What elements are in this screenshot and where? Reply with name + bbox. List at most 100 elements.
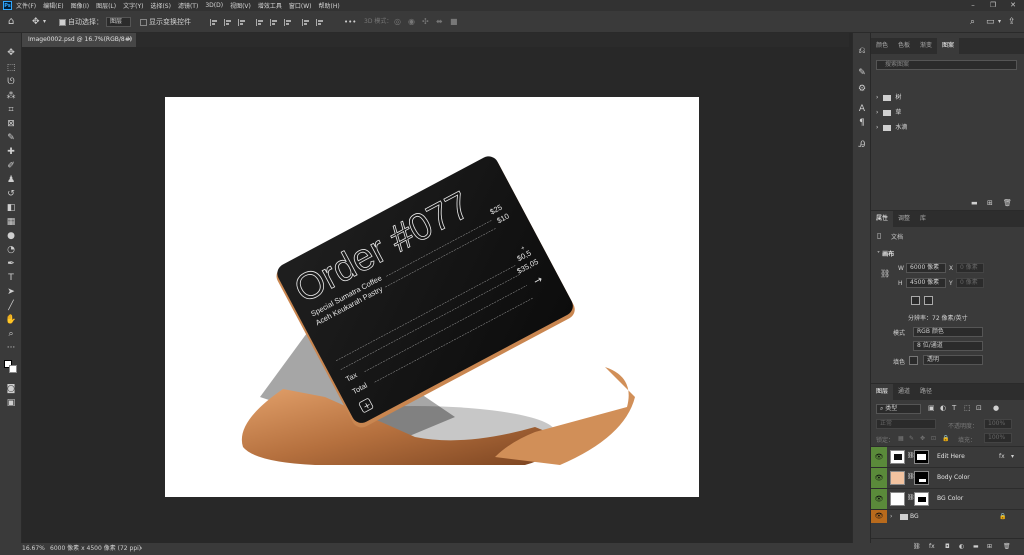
brush-tool-icon[interactable]: ✐ (5, 160, 17, 171)
tab-color[interactable]: 颜色 (871, 38, 893, 54)
visibility-eye-icon[interactable]: 👁 (871, 447, 887, 467)
type-tool-icon[interactable]: T (5, 272, 17, 283)
document-canvas[interactable]: Order #077 Special Sumatra Coffee $25 Ac… (165, 97, 699, 497)
canvas-section-toggle[interactable]: ˅ 画布 (877, 249, 894, 258)
stamp-tool-icon[interactable]: ♟ (5, 174, 17, 185)
move-tool-icon[interactable]: ✥ (5, 47, 17, 58)
background-color-swatch[interactable] (9, 365, 17, 373)
more-options-button[interactable]: ••• (344, 16, 356, 28)
restore-button[interactable]: ❐ (986, 0, 1000, 11)
align-bottom-icon[interactable] (284, 19, 292, 26)
tab-channels[interactable]: 通道 (893, 384, 915, 400)
history-brush-icon[interactable]: ↺ (5, 188, 17, 199)
bit-depth-dropdown[interactable]: 8 位/通道 (913, 341, 983, 351)
fill-dropdown[interactable]: 透明 (923, 355, 983, 365)
lock-pixels-icon[interactable]: ✎ (909, 435, 914, 442)
screen-mode-icon[interactable]: ▣ (5, 397, 17, 408)
pattern-folder-grass[interactable]: › 草 (876, 107, 901, 119)
add-mask-icon[interactable]: ◘ (945, 543, 950, 550)
filter-adjust-icon[interactable]: ◐ (940, 404, 946, 412)
3d-slide-icon[interactable]: ⬌ (436, 16, 443, 28)
portrait-orientation-icon[interactable] (911, 296, 920, 305)
new-layer-icon[interactable]: ⊞ (987, 543, 992, 550)
visibility-eye-icon[interactable]: 👁 (871, 489, 887, 509)
layer-row[interactable]: 👁 ⛓ BG Color (871, 488, 1024, 509)
distribute-center-icon[interactable] (316, 19, 324, 26)
tab-patterns[interactable]: 图案 (937, 38, 960, 54)
new-group-icon[interactable]: ▬ (971, 199, 978, 207)
visibility-eye-icon[interactable]: 👁 (871, 468, 887, 488)
gradient-tool-icon[interactable]: ▦ (5, 216, 17, 227)
menu-edit[interactable]: 编辑(E) (43, 1, 63, 10)
menu-window[interactable]: 窗口(W) (289, 1, 312, 10)
filter-type-icon[interactable]: T (952, 404, 956, 412)
align-left-icon[interactable] (210, 19, 218, 26)
menu-image[interactable]: 图像(I) (71, 1, 89, 10)
width-field[interactable]: 6000 像素 (906, 263, 946, 273)
document-tab[interactable]: Image0002.psd @ 16.7%(RGB/8#) × (22, 33, 136, 47)
link-dimensions-icon[interactable]: ⛓ (880, 269, 890, 278)
align-middle-v-icon[interactable] (270, 19, 278, 26)
filter-toggle-icon[interactable]: ● (993, 404, 999, 412)
lock-transparent-icon[interactable]: ▦ (898, 435, 904, 442)
tab-layers[interactable]: 图层 (871, 384, 894, 400)
lock-artboard-icon[interactable]: ⊡ (931, 435, 936, 442)
healing-tool-icon[interactable]: ✚ (5, 146, 17, 157)
paragraph-panel-icon[interactable]: ¶ (856, 117, 868, 129)
menu-type[interactable]: 文字(Y) (123, 1, 143, 10)
eyedropper-tool-icon[interactable]: ✎ (5, 132, 17, 143)
fill-opacity-field[interactable]: 100% (984, 433, 1012, 443)
menu-help[interactable]: 帮助(H) (319, 1, 340, 10)
eraser-tool-icon[interactable]: ◧ (5, 202, 17, 213)
layer-row[interactable]: 👁 ⛓ Body Color (871, 467, 1024, 488)
pattern-folder-water[interactable]: › 水滴 (876, 122, 907, 134)
zoom-level[interactable]: 16.67% (22, 543, 45, 555)
align-right-icon[interactable] (238, 19, 246, 26)
menu-file[interactable]: 文件(F) (16, 1, 36, 10)
tool-preset-chevron-icon[interactable]: ▾ (43, 16, 46, 28)
distribute-left-icon[interactable] (302, 19, 310, 26)
new-group-icon[interactable]: ▬ (973, 543, 979, 550)
3d-camera-icon[interactable]: ■ (450, 16, 458, 28)
magic-wand-tool-icon[interactable]: ⁂ (5, 90, 17, 101)
3d-orbit-icon[interactable]: ◎ (394, 16, 401, 28)
link-layers-icon[interactable]: ⛓ (913, 543, 921, 550)
align-center-h-icon[interactable] (224, 19, 232, 26)
frame-tool-icon[interactable]: ⊠ (5, 118, 17, 129)
menu-select[interactable]: 选择(S) (150, 1, 171, 10)
tab-gradients[interactable]: 渐变 (915, 38, 937, 54)
delete-pattern-icon[interactable]: 🗑 (1003, 199, 1012, 207)
filter-shape-icon[interactable]: ⬚ (964, 404, 971, 412)
crop-tool-icon[interactable]: ⌗ (5, 104, 17, 115)
height-field[interactable]: 4500 像素 (906, 278, 946, 288)
marquee-tool-icon[interactable]: ⬚ (5, 62, 17, 73)
lock-all-icon[interactable]: 🔒 (942, 435, 949, 442)
new-adjustment-icon[interactable]: ◐ (959, 543, 964, 550)
minimize-button[interactable]: – (966, 0, 980, 11)
edit-toolbar-icon[interactable]: ··· (5, 342, 17, 353)
blend-mode-dropdown[interactable]: 正常 (876, 419, 936, 429)
auto-select-checkbox[interactable]: 自动选择： (59, 16, 103, 28)
workspace-icon[interactable]: ▭ (986, 16, 995, 28)
group-chevron-icon[interactable]: › (890, 513, 892, 520)
line-tool-icon[interactable]: ╱ (5, 300, 17, 311)
tab-paths[interactable]: 路径 (915, 384, 937, 400)
lock-position-icon[interactable]: ✥ (920, 435, 925, 442)
quick-mask-icon[interactable]: ◙ (5, 383, 17, 394)
character-panel-icon[interactable]: A (856, 103, 868, 115)
fx-chevron-icon[interactable]: ▾ (1011, 453, 1014, 460)
landscape-orientation-icon[interactable] (924, 296, 933, 305)
x-field[interactable]: 0 像素 (956, 263, 984, 273)
close-window-button[interactable]: ✕ (1006, 0, 1020, 11)
menu-3d[interactable]: 3D(D) (205, 2, 223, 9)
lasso-tool-icon[interactable]: ᘎ (5, 76, 17, 87)
tab-adjustments[interactable]: 调整 (893, 211, 915, 227)
path-select-icon[interactable]: ➤ (5, 286, 17, 297)
filter-smart-icon[interactable]: ⊡ (976, 404, 982, 412)
y-field[interactable]: 0 像素 (956, 278, 984, 288)
filter-pixel-icon[interactable]: ▣ (928, 404, 935, 412)
glyphs-panel-icon[interactable]: Ꭿ (856, 139, 868, 151)
share-icon[interactable]: ⇪ (1008, 16, 1016, 28)
close-document-icon[interactable]: × (127, 33, 132, 47)
fx-badge[interactable]: fx (999, 453, 1005, 460)
